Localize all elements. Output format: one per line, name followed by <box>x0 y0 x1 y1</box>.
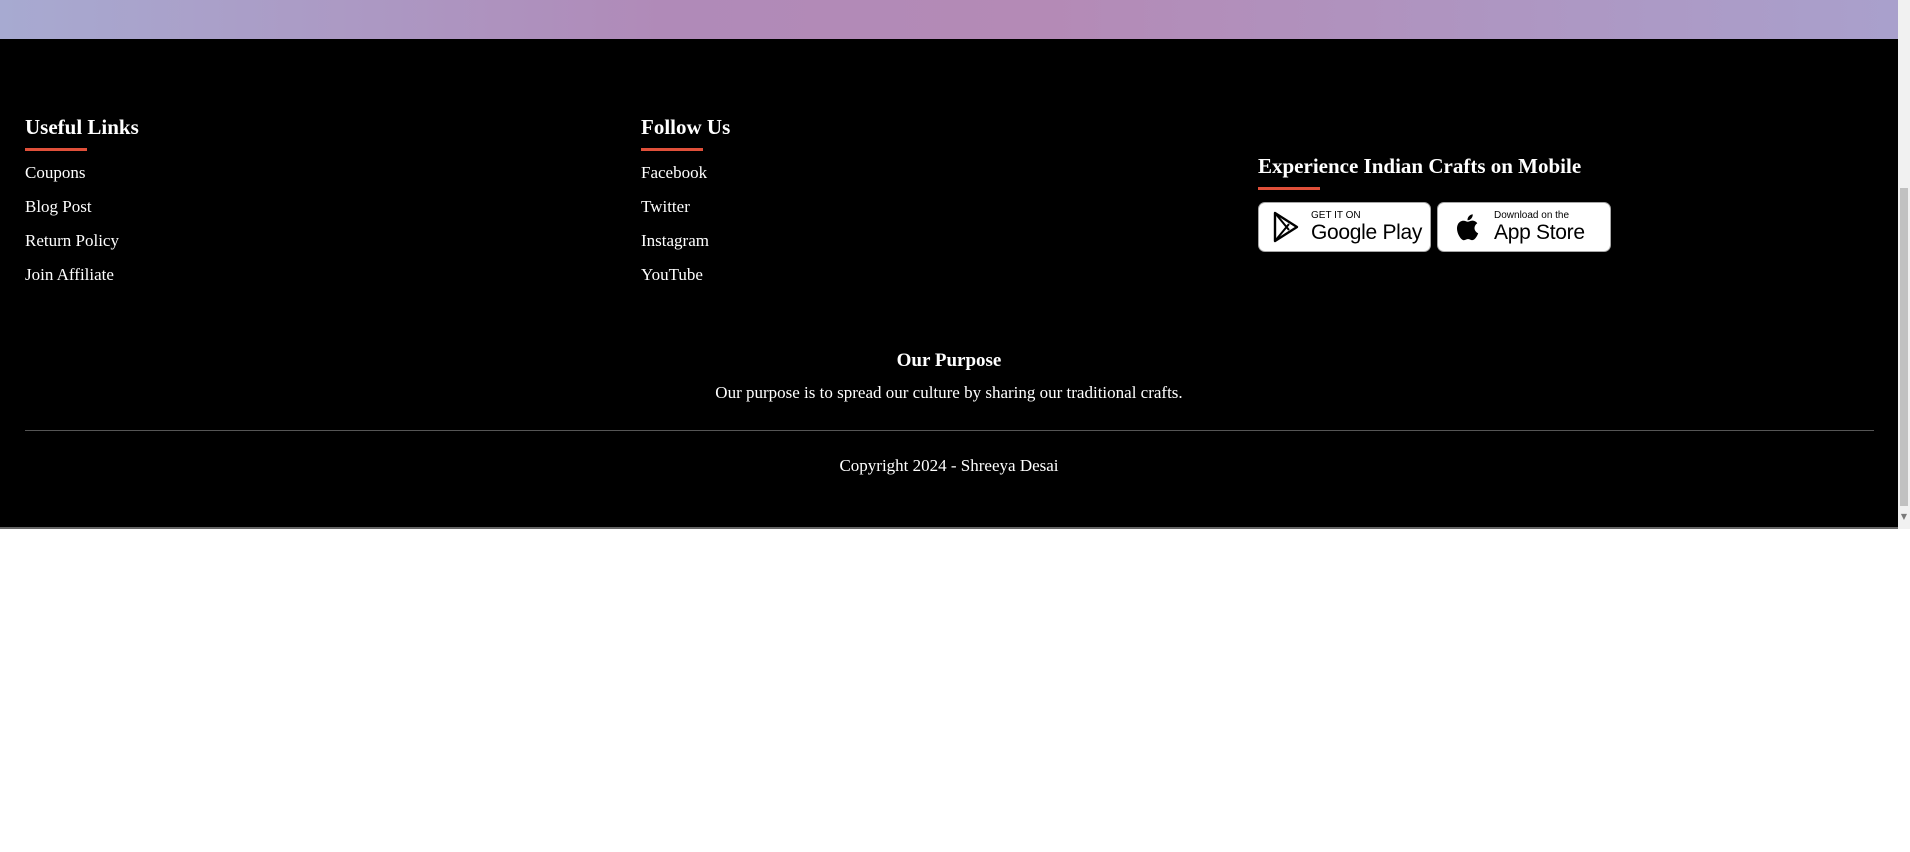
apple-icon <box>1457 214 1479 241</box>
google-play-icon <box>1273 211 1299 243</box>
return-policy-link[interactable]: Return Policy <box>25 231 119 250</box>
google-play-text: GET IT ON Google Play <box>1311 210 1422 245</box>
useful-links-heading: Useful Links <box>25 115 139 139</box>
join-affiliate-link[interactable]: Join Affiliate <box>25 265 114 284</box>
list-item: Join Affiliate <box>25 265 139 285</box>
youtube-link[interactable]: YouTube <box>641 265 703 284</box>
purpose-section: Our Purpose Our purpose is to spread our… <box>0 349 1898 403</box>
twitter-link[interactable]: Twitter <box>641 197 690 216</box>
useful-links-section: Useful Links Coupons Blog Post Return Po… <box>25 114 139 299</box>
site-footer: Useful Links Coupons Blog Post Return Po… <box>0 39 1898 528</box>
purpose-heading: Our Purpose <box>896 350 1002 371</box>
copyright-text: Copyright 2024 - Shreeya Desai <box>839 456 1059 475</box>
blog-post-link[interactable]: Blog Post <box>25 197 92 216</box>
facebook-link[interactable]: Facebook <box>641 163 707 182</box>
list-item: Coupons <box>25 163 139 183</box>
viewport-bottom-edge <box>0 527 1898 529</box>
app-store-text: Download on the App Store <box>1494 210 1585 245</box>
list-item: Facebook <box>641 163 730 183</box>
heading-underline <box>1258 187 1320 190</box>
mobile-apps-heading: Experience Indian Crafts on Mobile <box>1258 154 1582 178</box>
useful-links-list: Coupons Blog Post Return Policy Join Aff… <box>25 163 139 285</box>
scrollbar-thumb[interactable] <box>1900 188 1908 506</box>
footer-divider <box>25 430 1874 431</box>
google-play-small-text: GET IT ON <box>1311 209 1361 221</box>
scroll-down-arrow-icon[interactable]: ▼ <box>1899 512 1909 522</box>
store-badges: GET IT ON Google Play Download on the Ap… <box>1258 202 1611 252</box>
follow-us-section: Follow Us Facebook Twitter Instagram You… <box>641 114 730 299</box>
heading-underline <box>25 148 87 151</box>
list-item: Return Policy <box>25 231 139 251</box>
list-item: YouTube <box>641 265 730 285</box>
app-store-big-text: App Store <box>1494 220 1585 244</box>
instagram-link[interactable]: Instagram <box>641 231 709 250</box>
follow-us-heading: Follow Us <box>641 115 731 139</box>
app-store-small-text: Download on the <box>1494 209 1570 221</box>
app-store-button[interactable]: Download on the App Store <box>1437 202 1611 252</box>
hero-gradient-strip <box>0 0 1898 39</box>
list-item: Blog Post <box>25 197 139 217</box>
list-item: Instagram <box>641 231 730 251</box>
mobile-apps-section: Experience Indian Crafts on Mobile GET I… <box>1258 153 1611 252</box>
coupons-link[interactable]: Coupons <box>25 163 85 182</box>
page-viewport: Useful Links Coupons Blog Post Return Po… <box>0 0 1898 529</box>
heading-underline <box>641 148 703 151</box>
list-item: Twitter <box>641 197 730 217</box>
purpose-text: Our purpose is to spread our culture by … <box>715 383 1183 402</box>
google-play-big-text: Google Play <box>1311 220 1423 244</box>
google-play-button[interactable]: GET IT ON Google Play <box>1258 202 1431 252</box>
social-links-list: Facebook Twitter Instagram YouTube <box>641 163 730 285</box>
